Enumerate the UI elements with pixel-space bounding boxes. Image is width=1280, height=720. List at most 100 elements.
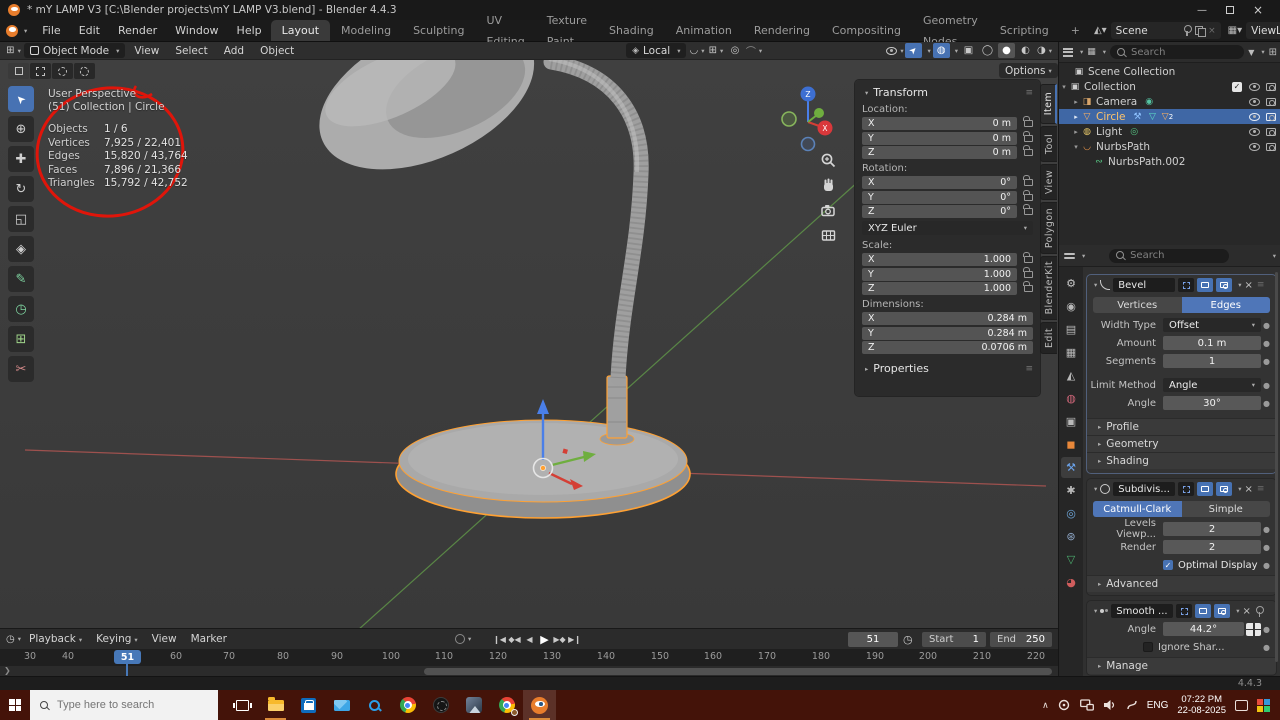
tray-expand-icon[interactable]: ∧ [1042, 700, 1049, 711]
filter-funnel-icon[interactable]: ▼ [1248, 48, 1254, 57]
location-x-field[interactable]: X0 m [862, 117, 1033, 130]
disable-render-icon[interactable] [1266, 83, 1276, 91]
menu-playback[interactable]: Playback▾ [22, 633, 89, 645]
optimal-display-checkbox[interactable]: ✓ [1163, 560, 1173, 570]
jump-to-end-icon[interactable]: ▶❙ [567, 635, 582, 644]
prev-keyframe-icon[interactable]: ◆◀ [507, 635, 522, 644]
subpanel-shading[interactable]: ▸Shading [1087, 452, 1276, 469]
animate-dot-icon[interactable]: ● [1261, 625, 1272, 634]
tab-view[interactable]: View [1040, 164, 1057, 200]
hide-eye-icon[interactable] [1249, 143, 1260, 151]
tool-add-cube[interactable]: ⊞ [8, 326, 34, 352]
menu-view[interactable]: View [127, 45, 166, 57]
subpanel-advanced[interactable]: ▸Advanced [1087, 575, 1276, 592]
realtime-toggle-icon[interactable] [1197, 278, 1213, 292]
autokey-button[interactable]: ▾ [455, 634, 471, 644]
camera-view-icon[interactable] [818, 200, 838, 220]
modifier-name-field[interactable]: Smooth ... [1111, 604, 1173, 618]
limit-method-dropdown[interactable]: Angle▾ [1163, 378, 1261, 392]
media-app-button[interactable] [424, 690, 457, 720]
menu-file[interactable]: File [33, 20, 69, 42]
bevel-angle-field[interactable]: 30° [1163, 396, 1261, 410]
chrome-profile-button[interactable] [490, 690, 523, 720]
filter-display-icon[interactable]: ▦ [1087, 47, 1096, 57]
ignore-sharpness-checkbox[interactable] [1143, 642, 1153, 652]
hide-eye-icon[interactable] [1249, 113, 1260, 121]
gizmos-toggle-icon[interactable]: ➤ [905, 43, 922, 58]
pan-hand-icon[interactable] [818, 175, 838, 195]
blender-taskbar-button[interactable] [523, 690, 556, 720]
animate-dot-icon[interactable]: ● [1261, 399, 1272, 408]
menu-keying[interactable]: Keying▾ [89, 633, 145, 645]
location-z-field[interactable]: Z0 m [862, 146, 1033, 159]
bevel-vertices-button[interactable]: Vertices [1093, 297, 1182, 313]
tool-transform[interactable]: ◈ [8, 236, 34, 262]
tab-blenderkit[interactable]: BlenderKit [1040, 256, 1057, 320]
add-workspace-button[interactable]: + [1060, 20, 1091, 41]
tab-rendering[interactable]: Rendering [743, 20, 821, 41]
viewport-3d[interactable]: ⊞▾ Object Mode ▾ View Select Add Object … [0, 42, 1058, 628]
jump-to-start-icon[interactable]: ❙◀ [492, 635, 507, 644]
amount-field[interactable]: 0.1 m [1163, 336, 1261, 350]
dimensions-y-field[interactable]: Y0.284 m [862, 327, 1033, 340]
lock-icon[interactable] [1024, 135, 1033, 142]
modifier-name-field[interactable]: Bevel [1113, 278, 1175, 292]
render-levels-field[interactable]: 2 [1163, 540, 1261, 554]
dimensions-z-field[interactable]: Z0.0706 m [862, 341, 1033, 354]
expander-icon[interactable]: ▸ [1071, 98, 1081, 106]
close-icon[interactable]: × [1243, 606, 1251, 617]
drag-handle-icon[interactable]: ≡ [1257, 484, 1265, 494]
outliner-search-input[interactable]: Search [1110, 45, 1244, 59]
tab-edit[interactable]: Edit [1040, 322, 1057, 354]
options-button[interactable]: Options▾ [999, 63, 1058, 78]
tray-app-icon[interactable] [1058, 699, 1071, 711]
proportional-edit-icon[interactable]: ◎ [726, 43, 743, 58]
bevel-edges-button[interactable]: Edges [1182, 297, 1271, 313]
lock-icon[interactable] [1024, 285, 1033, 292]
editmode-toggle-icon[interactable] [1176, 604, 1192, 618]
current-frame-field[interactable]: 51 [848, 632, 898, 647]
properties-search-input[interactable]: Search [1109, 249, 1229, 263]
render-toggle-icon[interactable] [1216, 278, 1232, 292]
pen-icon[interactable] [1126, 699, 1138, 711]
tab-scene-icon[interactable]: ◭ [1061, 365, 1081, 386]
rotation-z-field[interactable]: Z0° [862, 205, 1033, 218]
extras-dropdown-icon[interactable]: ▾ [1238, 281, 1241, 289]
modifier-name-field[interactable]: Subdivis... [1113, 482, 1175, 496]
pin-icon[interactable] [1182, 25, 1191, 36]
task-view-button[interactable] [226, 690, 259, 720]
shading-solid-icon[interactable]: ● [998, 43, 1015, 58]
row-collection[interactable]: ▾ ▣ Collection ✓ [1059, 79, 1280, 94]
properties-editor-icon[interactable] [1064, 253, 1075, 259]
rotation-x-field[interactable]: X0° [862, 176, 1033, 189]
stopwatch-icon[interactable]: ◷ [903, 633, 913, 646]
smooth-header[interactable]: ▾ Smooth ... ▾ × [1087, 601, 1276, 621]
maximize-icon[interactable] [1216, 0, 1244, 20]
close-icon[interactable]: × [1245, 484, 1253, 495]
rotation-mode-dropdown[interactable]: XYZ Euler▾ [862, 221, 1033, 235]
menu-marker[interactable]: Marker [184, 633, 234, 645]
select-circle-icon[interactable] [52, 63, 73, 79]
play-reverse-icon[interactable]: ◀ [522, 635, 537, 644]
scrollbar[interactable] [1275, 272, 1278, 662]
subpanel-profile[interactable]: ▸Profile [1087, 418, 1276, 435]
levels-viewport-field[interactable]: 2 [1163, 522, 1261, 536]
tab-output-icon[interactable]: ▤ [1061, 319, 1081, 340]
transform-orientation[interactable]: ◈ Local ▾ [626, 43, 686, 58]
chevron-down-icon[interactable]: ▾ [1273, 252, 1276, 260]
animate-dot-icon[interactable]: ● [1261, 543, 1272, 552]
disable-render-icon[interactable] [1266, 128, 1276, 136]
minimize-icon[interactable]: — [1188, 0, 1216, 20]
render-toggle-icon[interactable] [1214, 604, 1230, 618]
tab-modeling[interactable]: Modeling [330, 20, 402, 41]
tab-object-icon[interactable]: ◼ [1061, 434, 1081, 455]
width-type-dropdown[interactable]: Offset▾ [1163, 318, 1261, 332]
overlays-toggle-icon[interactable]: ◍ [933, 43, 950, 58]
xray-toggle-icon[interactable]: ▣ [960, 43, 977, 58]
tool-asset-shear[interactable]: ✂ [8, 356, 34, 382]
row-light[interactable]: ▸ ◍ Light ◎ [1059, 124, 1280, 139]
timeline-editor-icon[interactable]: ◷▾ [5, 632, 22, 647]
row-scene-collection[interactable]: ▣ Scene Collection [1059, 64, 1280, 79]
taskbar-search-input[interactable] [57, 699, 197, 711]
visibility-icon[interactable]: ▾ [886, 43, 903, 58]
